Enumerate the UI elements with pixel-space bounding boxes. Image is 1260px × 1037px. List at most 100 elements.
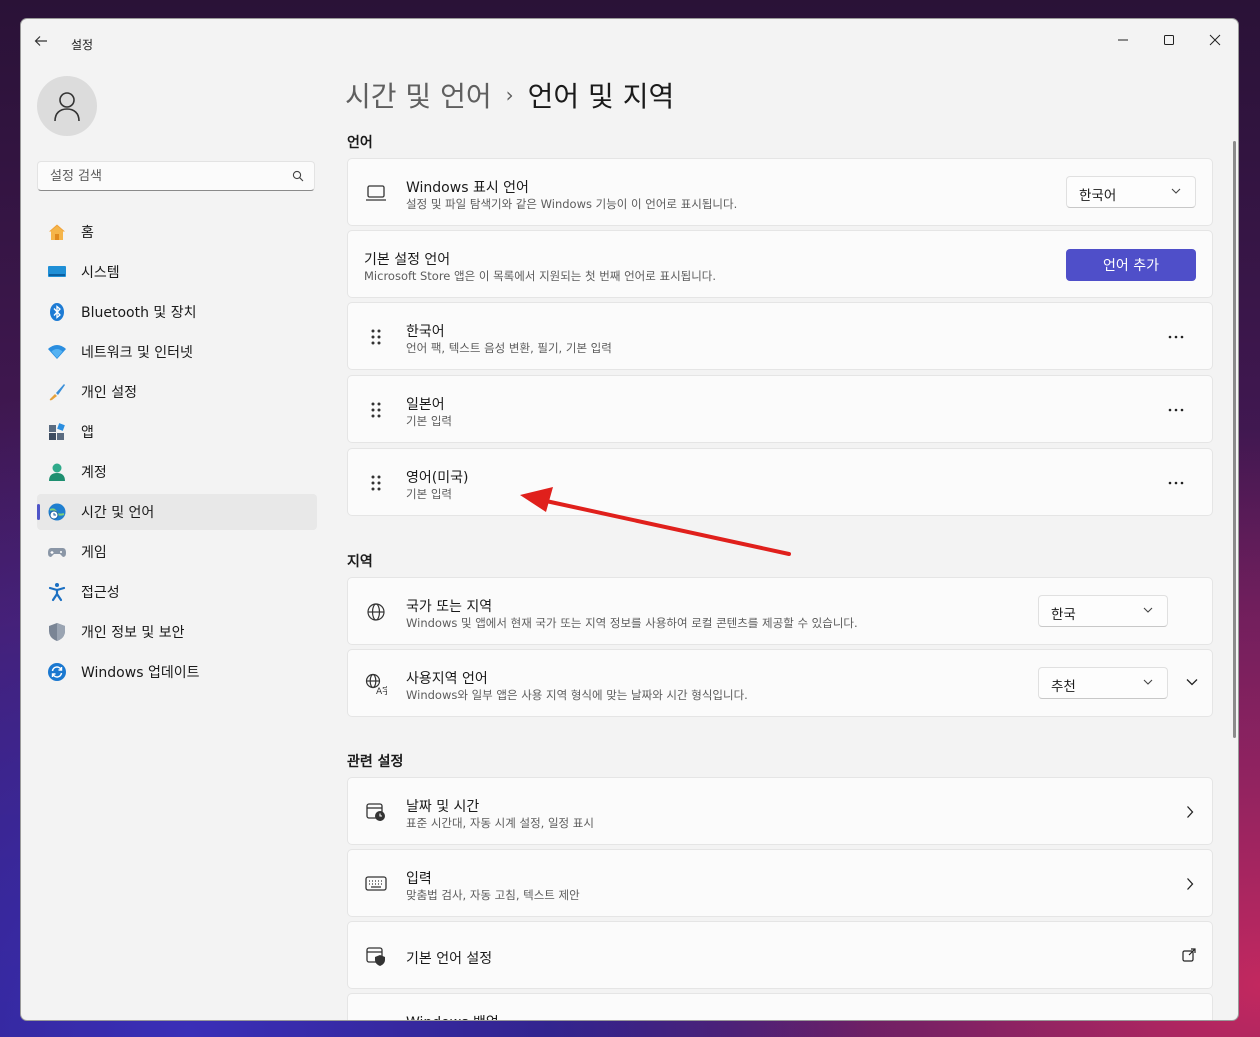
home-icon [47, 222, 67, 242]
sidebar-item-accounts[interactable]: 계정 [37, 454, 317, 490]
sidebar-item-accessibility[interactable]: 접근성 [37, 574, 317, 610]
sidebar-item-windows-update[interactable]: Windows 업데이트 [37, 654, 317, 690]
settings-search[interactable] [37, 161, 315, 191]
more-options-button[interactable] [1166, 329, 1186, 345]
drag-handle-icon[interactable] [364, 471, 388, 495]
sidebar-item-privacy[interactable]: 개인 정보 및 보안 [37, 614, 317, 650]
laptop-icon [364, 181, 388, 205]
backup-icon [364, 1016, 388, 1020]
more-options-button[interactable] [1166, 402, 1186, 418]
card-title: Windows 백업 [406, 1012, 499, 1020]
time-language-icon [47, 502, 67, 522]
more-options-button[interactable] [1166, 475, 1186, 491]
wifi-icon [47, 342, 67, 362]
regional-format-card[interactable]: A字 사용지역 언어 Windows와 일부 앱은 사용 지역 형식에 맞는 날… [347, 649, 1213, 717]
maximize-icon [1164, 35, 1174, 45]
sidebar-item-gaming[interactable]: 게임 [37, 534, 317, 570]
page-title: 언어 및 지역 [527, 80, 675, 113]
card-description: Microsoft Store 앱은 이 목록에서 지원되는 첫 번째 언어로 … [364, 269, 717, 283]
language-item-japanese[interactable]: 일본어 기본 입력 [347, 375, 1213, 443]
sidebar-item-time-language[interactable]: 시간 및 언어 [37, 494, 317, 530]
expand-chevron-icon[interactable] [1186, 678, 1198, 686]
back-button[interactable] [33, 33, 57, 53]
sidebar-item-apps[interactable]: 앱 [37, 414, 317, 450]
shield-icon [47, 622, 67, 642]
card-description: Windows 및 앱에서 현재 국가 또는 지역 정보를 사용하여 로컬 콘텐… [406, 616, 858, 630]
section-title-language: 언어 [347, 135, 373, 151]
preferred-languages-card: 기본 설정 언어 Microsoft Store 앱은 이 목록에서 지원되는 … [347, 230, 1213, 298]
minimize-icon [1118, 39, 1128, 41]
chevron-down-icon [1143, 679, 1153, 685]
system-icon [47, 262, 67, 282]
chevron-down-icon [1143, 607, 1153, 613]
language-item-english-us[interactable]: 영어(미국) 기본 입력 [347, 448, 1213, 516]
card-description: Windows와 일부 앱은 사용 지역 형식에 맞는 날짜와 시간 형식입니다… [406, 688, 748, 702]
display-language-dropdown[interactable]: 한국어 [1066, 176, 1196, 208]
language-item-korean[interactable]: 한국어 언어 팩, 텍스트 음성 변환, 필기, 기본 입력 [347, 302, 1213, 370]
scrollbar[interactable] [1233, 141, 1236, 738]
user-icon [54, 92, 80, 122]
external-link-icon [1182, 948, 1196, 962]
settings-window: 설정 홈 시스템 Bluetooth 및 장치 [20, 18, 1239, 1021]
gamepad-icon [47, 542, 67, 562]
language-format-icon: A字 [364, 672, 388, 696]
calendar-clock-icon [364, 800, 388, 824]
related-date-time-card[interactable]: 날짜 및 시간 표준 시간대, 자동 시계 설정, 일정 표시 [347, 777, 1213, 845]
brush-icon [47, 382, 67, 402]
globe-icon [364, 600, 388, 624]
sidebar-item-network[interactable]: 네트워크 및 인터넷 [37, 334, 317, 370]
sidebar-nav: 홈 시스템 Bluetooth 및 장치 네트워크 및 인터넷 개인 설정 앱 … [37, 214, 317, 694]
related-windows-backup-card[interactable]: Windows 백업 [347, 993, 1213, 1020]
search-input[interactable] [48, 168, 282, 185]
regional-format-dropdown[interactable]: 추천 [1038, 667, 1168, 699]
card-description: 기본 입력 [406, 414, 452, 428]
breadcrumb-parent[interactable]: 시간 및 언어 [345, 75, 492, 115]
close-icon [1209, 34, 1221, 46]
sidebar-item-system[interactable]: 시스템 [37, 254, 317, 290]
card-title: Windows 표시 언어 [406, 180, 529, 196]
card-title: 영어(미국) [406, 470, 469, 486]
related-admin-language-card[interactable]: 기본 언어 설정 [347, 921, 1213, 989]
search-icon [292, 170, 304, 182]
admin-shield-icon [364, 944, 388, 968]
close-button[interactable] [1192, 25, 1238, 55]
card-title: 입력 [406, 871, 432, 887]
title-bar: 설정 [21, 19, 1238, 67]
card-title: 날짜 및 시간 [406, 799, 480, 815]
user-avatar[interactable] [37, 76, 97, 136]
bluetooth-icon [47, 302, 67, 322]
drag-handle-icon[interactable] [364, 398, 388, 422]
minimize-button[interactable] [1100, 25, 1146, 55]
more-icon [1168, 335, 1184, 339]
related-typing-card[interactable]: 입력 맞춤법 검사, 자동 고침, 텍스트 제안 [347, 849, 1213, 917]
card-description: 맞춤법 검사, 자동 고침, 텍스트 제안 [406, 888, 580, 902]
more-icon [1168, 481, 1184, 485]
card-title: 기본 설정 언어 [364, 252, 451, 268]
chevron-right-icon [1187, 878, 1194, 890]
chevron-right-icon [1187, 806, 1194, 818]
card-title: 일본어 [406, 397, 445, 413]
country-dropdown[interactable]: 한국 [1038, 595, 1168, 627]
sidebar-item-home[interactable]: 홈 [37, 214, 317, 250]
back-arrow-icon [34, 36, 47, 46]
app-title: 설정 [71, 38, 94, 52]
section-title-related: 관련 설정 [347, 754, 404, 770]
sidebar-item-bluetooth[interactable]: Bluetooth 및 장치 [37, 294, 317, 330]
card-title: 사용지역 언어 [406, 671, 488, 687]
card-title: 한국어 [406, 324, 445, 340]
accessibility-icon [47, 582, 67, 602]
card-description: 언어 팩, 텍스트 음성 변환, 필기, 기본 입력 [406, 341, 612, 355]
more-icon [1168, 408, 1184, 412]
card-title: 기본 언어 설정 [406, 951, 493, 967]
chevron-down-icon [1171, 188, 1181, 194]
breadcrumb: 시간 및 언어 › 언어 및 지역 [345, 75, 674, 115]
add-language-button[interactable]: 언어 추가 [1066, 249, 1196, 281]
maximize-button[interactable] [1146, 25, 1192, 55]
svg-text:A字: A字 [376, 685, 387, 695]
account-icon [47, 462, 67, 482]
section-title-region: 지역 [347, 554, 373, 570]
sidebar-item-personalization[interactable]: 개인 설정 [37, 374, 317, 410]
card-description: 설정 및 파일 탐색기와 같은 Windows 기능이 이 언어로 표시됩니다. [406, 197, 738, 211]
drag-handle-icon[interactable] [364, 325, 388, 349]
card-description: 표준 시간대, 자동 시계 설정, 일정 표시 [406, 816, 594, 830]
